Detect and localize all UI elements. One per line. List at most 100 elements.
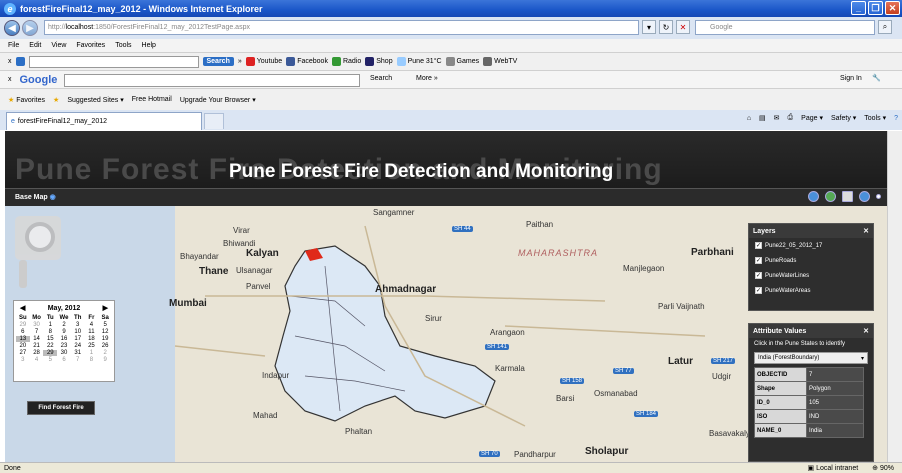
pan-ring[interactable] [25, 222, 55, 252]
calendar-day[interactable]: 5 [43, 357, 57, 363]
calendar-day[interactable]: 21 [30, 343, 44, 349]
print-icon[interactable]: ⎙ [788, 114, 794, 122]
calendar-prev-icon[interactable]: ◀ [20, 304, 25, 312]
map-tool-identify-icon[interactable] [859, 191, 870, 202]
attributes-layer-select[interactable]: India (ForestBoundary) ▾ [754, 352, 868, 364]
link-radio[interactable]: Radio [331, 57, 361, 66]
help-icon[interactable]: ? [894, 115, 898, 122]
basemap-button[interactable]: Base Map ◉ [15, 193, 56, 201]
link-webtv[interactable]: WebTV [483, 57, 517, 66]
layers-close-icon[interactable]: ✕ [863, 227, 869, 235]
calendar-day[interactable]: 27 [16, 350, 30, 356]
calendar-next-icon[interactable]: ▶ [103, 304, 108, 312]
minimize-button[interactable]: _ [851, 1, 866, 15]
calendar-day[interactable]: 3 [71, 322, 85, 328]
map-tool-close-icon[interactable] [876, 194, 881, 199]
layer-checkbox[interactable]: ✓ [755, 257, 762, 264]
google-search-button[interactable]: Search [370, 75, 392, 82]
calendar-day[interactable]: 5 [98, 322, 112, 328]
stop-icon[interactable]: ✕ [676, 20, 690, 34]
search-icon[interactable]: ⌕ [878, 20, 892, 34]
calendar-day[interactable]: 13 [16, 336, 30, 342]
map-view[interactable]: Sangamner Virar Bhiwandi Kalyan Bhayanda… [5, 206, 887, 462]
calendar-day[interactable]: 7 [71, 357, 85, 363]
menu-tools[interactable]: Tools [115, 42, 131, 49]
calendar-day[interactable]: 28 [30, 350, 44, 356]
toolbar-more[interactable]: » [238, 58, 242, 65]
link-games[interactable]: Games [445, 57, 479, 66]
calendar-day[interactable]: 14 [30, 336, 44, 342]
google-toolbar-close[interactable]: x [8, 76, 12, 83]
home-icon[interactable]: ⌂ [747, 115, 751, 122]
google-signin[interactable]: Sign In [840, 75, 862, 82]
back-button[interactable]: ◀ [4, 20, 20, 36]
calendar-day[interactable]: 6 [57, 357, 71, 363]
fav-free-hotmail[interactable]: Free Hotmail [132, 96, 172, 103]
calendar-day[interactable]: 8 [43, 329, 57, 335]
layer-checkbox[interactable]: ✓ [755, 242, 762, 249]
calendar-day[interactable]: 29 [43, 350, 58, 356]
calendar-day[interactable]: 18 [85, 336, 99, 342]
calendar-day[interactable]: 25 [85, 343, 99, 349]
calendar-day[interactable]: 12 [98, 329, 112, 335]
layer-item[interactable]: ✓ PuneWaterLines [749, 268, 873, 283]
search-input[interactable]: Google [695, 20, 875, 35]
fav-suggested-sites[interactable]: Suggested Sites ▾ [67, 96, 123, 104]
link-facebook[interactable]: Facebook [286, 57, 328, 66]
calendar-day[interactable]: 4 [30, 357, 44, 363]
layer-item[interactable]: ✓ Pune22_05_2012_17 [749, 238, 873, 253]
calendar-day[interactable]: 9 [98, 357, 112, 363]
zoom-slider[interactable] [19, 260, 27, 288]
calendar-day[interactable]: 8 [85, 357, 99, 363]
new-tab-button[interactable] [204, 113, 224, 129]
layer-item[interactable]: ✓ PuneWaterAreas [749, 283, 873, 298]
cmd-tools[interactable]: Tools ▾ [864, 114, 886, 122]
menu-edit[interactable]: Edit [29, 42, 41, 49]
calendar-day[interactable]: 2 [57, 322, 71, 328]
wrench-icon[interactable]: 🔧 [872, 74, 881, 82]
map-tool-layers-icon[interactable] [825, 191, 836, 202]
calendar-day[interactable]: 6 [16, 329, 30, 335]
menu-help[interactable]: Help [142, 42, 156, 49]
link-youtube[interactable]: Youtube [245, 57, 282, 66]
url-input[interactable]: http://localhost:1850/ForestFireFinal12_… [44, 20, 639, 35]
toolbar-search-input[interactable] [28, 55, 199, 68]
calendar-day[interactable]: 30 [30, 322, 44, 328]
calendar-day[interactable]: 16 [57, 336, 71, 342]
add-favorite-icon[interactable]: ★ [53, 96, 59, 104]
calendar-day[interactable]: 1 [43, 322, 57, 328]
refresh-icon[interactable]: ↻ [659, 20, 673, 34]
page-scrollbar[interactable] [887, 131, 902, 462]
calendar-day[interactable]: 4 [85, 322, 99, 328]
layer-checkbox[interactable]: ✓ [755, 287, 762, 294]
calendar-day[interactable]: 9 [57, 329, 71, 335]
cmd-page[interactable]: Page ▾ [801, 114, 823, 122]
mail-icon[interactable]: ✉ [774, 114, 780, 122]
find-forest-fire-button[interactable]: Find Forest Fire [27, 401, 95, 415]
google-more-button[interactable]: More » [416, 75, 438, 82]
tab-active[interactable]: e forestFireFinal12_may_2012 [6, 112, 202, 130]
map-tool-table-icon[interactable] [842, 191, 853, 202]
calendar-day[interactable]: 10 [71, 329, 85, 335]
feeds-icon[interactable]: ▤ [759, 114, 766, 122]
calendar-day[interactable]: 17 [71, 336, 85, 342]
calendar-day[interactable]: 2 [98, 350, 112, 356]
toolbar-close[interactable]: x [8, 58, 12, 65]
calendar-day[interactable]: 24 [71, 343, 85, 349]
calendar-day[interactable]: 22 [43, 343, 57, 349]
map-tool-globe-icon[interactable] [808, 191, 819, 202]
compat-view-icon[interactable]: ▾ [642, 20, 656, 34]
cmd-safety[interactable]: Safety ▾ [831, 114, 856, 122]
calendar-day[interactable]: 3 [16, 357, 30, 363]
attributes-close-icon[interactable]: ✕ [863, 327, 869, 335]
menu-view[interactable]: View [51, 42, 66, 49]
layer-checkbox[interactable]: ✓ [755, 272, 762, 279]
restore-button[interactable]: ❐ [868, 1, 883, 15]
menu-favorites[interactable]: Favorites [76, 42, 105, 49]
pan-navigation-widget[interactable] [15, 216, 61, 260]
layer-item[interactable]: ✓ PuneRoads [749, 253, 873, 268]
calendar-day[interactable]: 30 [57, 350, 71, 356]
fav-upgrade-browser[interactable]: Upgrade Your Browser ▾ [180, 96, 256, 104]
favorites-button[interactable]: ★ Favorites [8, 96, 45, 104]
menu-file[interactable]: File [8, 42, 19, 49]
